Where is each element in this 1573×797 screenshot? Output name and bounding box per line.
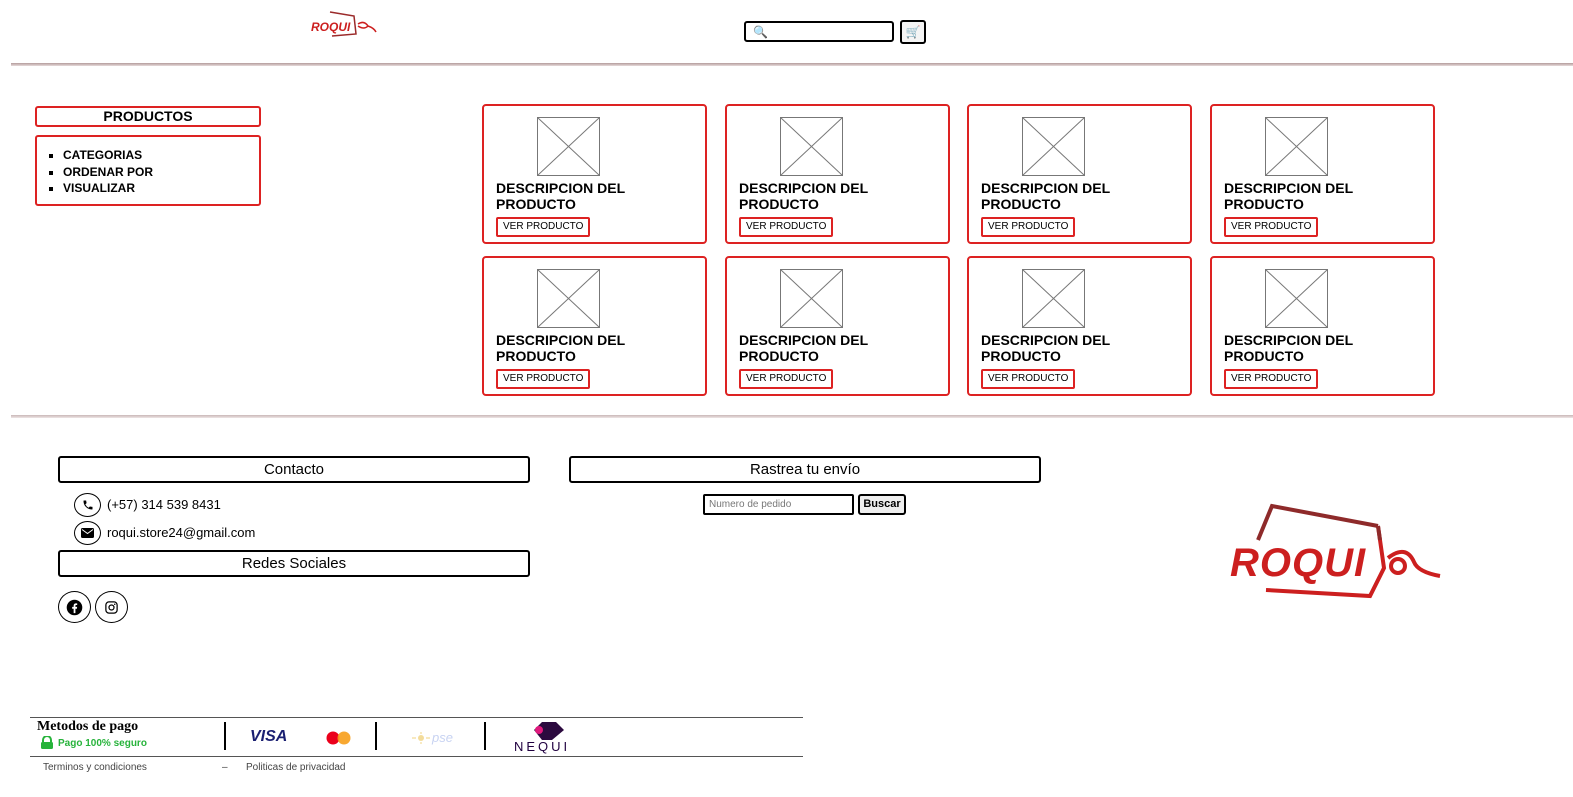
privacy-link[interactable]: Politicas de privacidad	[246, 762, 346, 773]
product-description-line1: DESCRIPCION DEL	[981, 180, 1111, 196]
product-card[interactable]: DESCRIPCION DEL PRODUCTO VER PRODUCTO	[1210, 104, 1435, 244]
instagram-icon[interactable]	[95, 591, 128, 623]
product-description: DESCRIPCION DEL PRODUCTO	[981, 180, 1181, 212]
sidebar-title: PRODUCTOS	[35, 106, 261, 127]
payment-bottom-rule	[30, 756, 803, 757]
product-description-line2: PRODUCTO	[739, 348, 819, 364]
payment-separator	[484, 722, 486, 750]
footer-brand-name: ROQUI	[1230, 541, 1367, 585]
search-input[interactable]	[770, 24, 892, 41]
product-description-line1: DESCRIPCION DEL	[1224, 332, 1354, 348]
brand-name: ROQUI	[311, 20, 351, 34]
search-bar[interactable]: 🔍	[744, 21, 894, 42]
image-placeholder-icon	[1265, 117, 1328, 176]
product-description-line2: PRODUCTO	[1224, 196, 1304, 212]
image-placeholder-icon	[780, 117, 843, 176]
view-product-button[interactable]: VER PRODUCTO	[496, 217, 591, 237]
header-divider	[11, 63, 1573, 66]
secure-payment-text: Pago 100% seguro	[58, 738, 147, 749]
product-card[interactable]: DESCRIPCION DEL PRODUCTO VER PRODUCTO	[725, 256, 950, 396]
product-description: DESCRIPCION DEL PRODUCTO	[1224, 332, 1424, 364]
pse-logo: pse	[432, 730, 453, 745]
product-card[interactable]: DESCRIPCION DEL PRODUCTO VER PRODUCTO	[725, 104, 950, 244]
product-description: DESCRIPCION DEL PRODUCTO	[739, 332, 939, 364]
product-description-line2: PRODUCTO	[981, 196, 1061, 212]
product-description-line2: PRODUCTO	[981, 348, 1061, 364]
product-description: DESCRIPCION DEL PRODUCTO	[981, 332, 1181, 364]
payment-separator	[375, 722, 377, 750]
email-address[interactable]: roqui.store24@gmail.com	[107, 525, 255, 541]
product-card[interactable]: DESCRIPCION DEL PRODUCTO VER PRODUCTO	[482, 104, 707, 244]
sidebar-item-ordenar-por[interactable]: ORDENAR POR	[63, 164, 259, 181]
product-description-line1: DESCRIPCION DEL	[496, 180, 626, 196]
contact-title: Contacto	[58, 456, 530, 483]
sidebar-item-categorias[interactable]: CATEGORIAS	[63, 147, 259, 164]
view-product-button[interactable]: VER PRODUCTO	[1224, 217, 1319, 237]
facebook-icon[interactable]	[58, 591, 91, 623]
phone-icon	[74, 493, 101, 517]
sidebar-item-visualizar[interactable]: VISUALIZAR	[63, 180, 259, 197]
visa-logo: VISA	[250, 728, 288, 745]
product-description-line1: DESCRIPCION DEL	[739, 332, 869, 348]
footer-brand-logo: ROQUI	[1228, 500, 1446, 600]
cart-icon: 🛒	[905, 25, 921, 39]
product-description: DESCRIPCION DEL PRODUCTO	[1224, 180, 1424, 212]
cart-button[interactable]: 🛒	[900, 20, 926, 44]
image-placeholder-icon	[1265, 269, 1328, 328]
view-product-button[interactable]: VER PRODUCTO	[739, 217, 834, 237]
product-description-line1: DESCRIPCION DEL	[981, 332, 1111, 348]
product-description-line2: PRODUCTO	[496, 196, 576, 212]
product-description: DESCRIPCION DEL PRODUCTO	[739, 180, 939, 212]
product-description-line1: DESCRIPCION DEL	[1224, 180, 1354, 196]
payment-separator	[224, 722, 226, 750]
view-product-button[interactable]: VER PRODUCTO	[1224, 369, 1319, 389]
product-description-line2: PRODUCTO	[739, 196, 819, 212]
product-description: DESCRIPCION DEL PRODUCTO	[496, 180, 696, 212]
image-placeholder-icon	[1022, 117, 1085, 176]
magnifier-icon: 🔍	[753, 25, 768, 39]
product-description-line1: DESCRIPCION DEL	[496, 332, 626, 348]
image-placeholder-icon	[780, 269, 843, 328]
view-product-button[interactable]: VER PRODUCTO	[496, 369, 591, 389]
product-card[interactable]: DESCRIPCION DEL PRODUCTO VER PRODUCTO	[482, 256, 707, 396]
mail-icon	[74, 521, 101, 545]
search-order-button[interactable]: Buscar	[858, 494, 906, 515]
order-number-input[interactable]	[703, 494, 854, 515]
legal-separator: –	[222, 762, 228, 773]
product-card[interactable]: DESCRIPCION DEL PRODUCTO VER PRODUCTO	[1210, 256, 1435, 396]
product-description-line2: PRODUCTO	[1224, 348, 1304, 364]
image-placeholder-icon	[537, 117, 600, 176]
track-title: Rastrea tu envío	[569, 456, 1041, 483]
product-card[interactable]: DESCRIPCION DEL PRODUCTO VER PRODUCTO	[967, 104, 1192, 244]
social-title: Redes Sociales	[58, 550, 530, 577]
pse-sun-icon	[410, 731, 432, 744]
payment-top-rule	[30, 717, 803, 718]
phone-number[interactable]: (+57) 314 539 8431	[107, 497, 221, 513]
product-description: DESCRIPCION DEL PRODUCTO	[496, 332, 696, 364]
product-card[interactable]: DESCRIPCION DEL PRODUCTO VER PRODUCTO	[967, 256, 1192, 396]
image-placeholder-icon	[537, 269, 600, 328]
view-product-button[interactable]: VER PRODUCTO	[981, 217, 1076, 237]
view-product-button[interactable]: VER PRODUCTO	[739, 369, 834, 389]
product-description-line2: PRODUCTO	[496, 348, 576, 364]
lock-icon	[40, 735, 54, 749]
image-placeholder-icon	[1022, 269, 1085, 328]
mastercard-icon	[320, 731, 360, 745]
terms-link[interactable]: Terminos y condiciones	[43, 762, 147, 773]
header-logo[interactable]: ROQUI	[310, 8, 380, 40]
content-divider	[11, 415, 1573, 418]
nequi-logo: NEQUI	[514, 739, 571, 754]
view-product-button[interactable]: VER PRODUCTO	[981, 369, 1076, 389]
sidebar-menu: CATEGORIAS ORDENAR POR VISUALIZAR	[35, 135, 261, 206]
payment-title: Metodos de pago	[37, 719, 139, 734]
product-description-line1: DESCRIPCION DEL	[739, 180, 869, 196]
